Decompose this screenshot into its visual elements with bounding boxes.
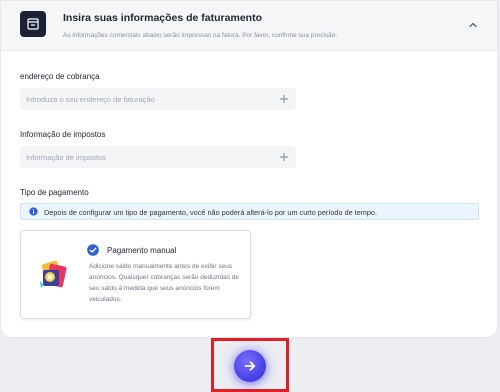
arrow-right-icon (244, 361, 256, 371)
plus-icon[interactable] (278, 93, 290, 105)
check-circle-icon (87, 244, 99, 256)
manual-payment-title: Pagamento manual (107, 246, 177, 255)
manual-payment-description: Adicione saldo manualmente antes de exib… (89, 263, 239, 303)
billing-address-field[interactable] (20, 88, 296, 110)
billing-address-label: endereço de cobrança (20, 72, 100, 81)
plus-icon[interactable] (278, 151, 290, 163)
billing-header[interactable]: Insira suas informações de faturamento A… (1, 1, 497, 51)
next-button[interactable] (234, 350, 266, 382)
tax-info-input[interactable] (20, 146, 296, 168)
info-icon (29, 207, 38, 216)
billing-subtitle: As informações comerciais abaixo serão i… (63, 32, 338, 39)
payment-notice: Depois de configurar um tipo de pagament… (20, 203, 479, 220)
billing-title: Insira suas informações de faturamento (63, 12, 262, 24)
tax-info-label: Informação de impostos (20, 130, 106, 139)
invoice-icon (20, 11, 46, 37)
next-button-highlight (211, 338, 289, 392)
tax-info-field[interactable] (20, 146, 296, 168)
billing-card: Insira suas informações de faturamento A… (0, 0, 498, 338)
billing-address-input[interactable] (20, 88, 296, 110)
collapse-chevron-up-icon[interactable] (465, 17, 481, 33)
manual-payment-option[interactable]: Pagamento manual Adicione saldo manualme… (20, 230, 251, 319)
payment-notice-text: Depois de configurar um tipo de pagament… (44, 208, 378, 217)
wallet-illustration-icon (40, 260, 67, 288)
payment-type-label: Tipo de pagamento (20, 188, 89, 197)
